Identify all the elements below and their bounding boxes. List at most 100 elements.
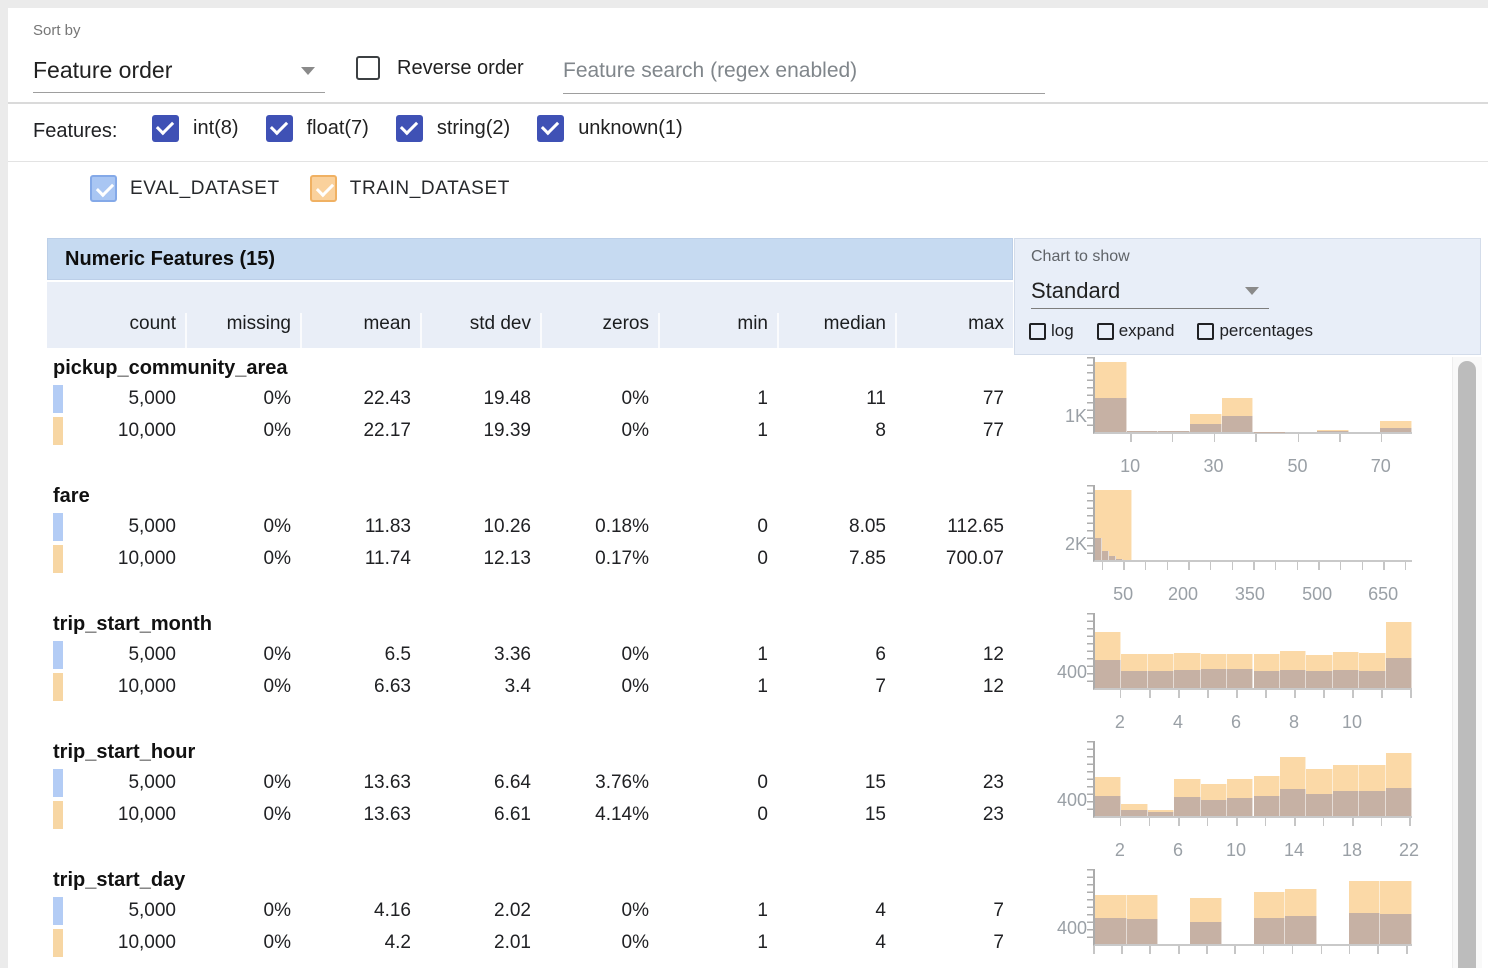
column-header: max <box>895 313 1013 348</box>
chevron-down-icon <box>1245 287 1259 295</box>
stat-value: 0% <box>185 895 300 927</box>
histogram-bar-overlap <box>1148 671 1174 688</box>
stat-value: 0 <box>658 543 777 575</box>
stat-value: 0% <box>185 927 300 959</box>
feature-histogram: 1K10305070 <box>1013 355 1452 483</box>
x-axis-tick-label: 10 <box>1342 712 1362 733</box>
x-axis-tick-label: 22 <box>1399 840 1419 861</box>
dataset-color-marker <box>53 641 63 669</box>
histogram-plot[interactable] <box>1093 357 1412 434</box>
histogram-bar-overlap <box>1254 671 1280 688</box>
histogram-bar-overlap <box>1174 797 1200 817</box>
x-axis-tick <box>1232 562 1234 570</box>
reverse-order-checkbox[interactable]: Reverse order <box>356 56 524 80</box>
stat-value: 3.4 <box>420 671 540 703</box>
stat-value: 1 <box>658 383 777 415</box>
histogram-bar-overlap <box>1333 670 1359 688</box>
stat-value: 0% <box>185 415 300 447</box>
x-axis-tick <box>1234 946 1236 954</box>
histogram-plot[interactable] <box>1093 741 1412 818</box>
chart-to-show-select[interactable]: Standard <box>1031 272 1269 309</box>
histogram-bar-overlap <box>1333 791 1359 816</box>
feature-search-input[interactable] <box>563 48 1045 94</box>
stat-value: 1 <box>658 671 777 703</box>
stat-value: 6.63 <box>300 671 420 703</box>
dataset-checkbox[interactable]: TRAIN_DATASET <box>310 175 510 202</box>
feature-type-checkbox[interactable]: float(7) <box>266 115 369 142</box>
chart-option-checkbox[interactable]: log <box>1029 321 1074 341</box>
x-axis-tick <box>1406 946 1408 954</box>
histogram-plot[interactable] <box>1093 485 1412 562</box>
y-axis-ticks <box>1087 485 1094 560</box>
feature-type-filter-row: int(8) float(7) string(2) unknown(1) <box>152 115 710 142</box>
histogram-plot[interactable] <box>1093 613 1412 690</box>
column-header: count <box>47 313 185 348</box>
stat-value: 3.36 <box>420 639 540 671</box>
feature-block: trip_start_month5,0000%6.53.360%161210,0… <box>47 611 1452 739</box>
x-axis-tick <box>1362 562 1364 570</box>
histogram-bar-overlap <box>1095 660 1121 688</box>
histogram-bar-overlap <box>1121 671 1147 688</box>
feature-type-checkbox[interactable]: int(8) <box>152 115 239 142</box>
stats-row: 5,0000%6.53.360%1612 <box>47 639 1013 671</box>
table-column-headers: countmissingmeanstd devzerosminmedianmax <box>47 282 1013 348</box>
stat-value: 10,000 <box>47 927 185 959</box>
x-axis-tick <box>1120 690 1122 698</box>
feature-type-checkbox[interactable]: string(2) <box>396 115 510 142</box>
facets-overview: Sort by Feature order Reverse order Feat… <box>0 0 1488 968</box>
scrollbar-thumb[interactable] <box>1458 361 1476 968</box>
chart-option-checkbox[interactable]: percentages <box>1197 321 1313 341</box>
stat-value: 12.13 <box>420 543 540 575</box>
checkbox-checked-icon <box>537 115 564 142</box>
stats-row: 10,0000%11.7412.130.17%07.85700.07 <box>47 543 1013 575</box>
y-axis-label: 400 <box>1013 662 1087 683</box>
dataset-checkbox[interactable]: EVAL_DATASET <box>90 175 280 202</box>
x-axis-tick-label: 10 <box>1226 840 1246 861</box>
stat-value: 5,000 <box>47 895 185 927</box>
dataset-legend: EVAL_DATASET TRAIN_DATASET <box>90 175 540 202</box>
reverse-order-label: Reverse order <box>397 57 524 80</box>
feature-type-checkbox[interactable]: unknown(1) <box>537 115 683 142</box>
stat-value: 112.65 <box>895 511 1013 543</box>
x-axis-tick <box>1145 562 1147 570</box>
dataset-color-marker <box>53 545 63 573</box>
histogram-bar-overlap <box>1317 431 1349 432</box>
chart-to-show-value: Standard <box>1031 272 1269 309</box>
stat-value: 10,000 <box>47 415 185 447</box>
stat-value: 77 <box>895 383 1013 415</box>
stat-value: 22.17 <box>300 415 420 447</box>
x-axis-tick <box>1265 818 1267 826</box>
dataset-label: TRAIN_DATASET <box>350 178 510 200</box>
feature-block: trip_start_hour5,0000%13.636.643.76%0152… <box>47 739 1452 867</box>
histogram-bar-overlap <box>1285 916 1317 944</box>
histogram-bar-overlap <box>1254 796 1280 816</box>
histogram-bar-overlap <box>1306 794 1332 817</box>
stat-value: 15 <box>777 799 895 831</box>
stat-value: 22.43 <box>300 383 420 415</box>
stat-value: 6.5 <box>300 639 420 671</box>
feature-histogram: 400 <box>1013 867 1452 968</box>
stat-value: 0% <box>185 671 300 703</box>
stat-value: 2.01 <box>420 927 540 959</box>
page-gutter-left <box>0 0 8 968</box>
histogram-bar-overlap <box>1095 538 1102 560</box>
stat-value: 0.18% <box>540 511 658 543</box>
x-axis-tick <box>1349 946 1351 954</box>
sort-by-select[interactable]: Feature order <box>33 48 325 93</box>
stat-value: 77 <box>895 415 1013 447</box>
histogram-bar-overlap <box>1227 798 1253 816</box>
histogram-bar-overlap <box>1174 670 1200 688</box>
chart-option-checkbox[interactable]: expand <box>1097 321 1175 341</box>
vertical-scrollbar[interactable] <box>1452 357 1482 968</box>
histogram-bar-overlap <box>1190 424 1222 432</box>
histogram-plot[interactable] <box>1093 869 1412 946</box>
stat-value: 6 <box>777 639 895 671</box>
stat-value: 12 <box>895 639 1013 671</box>
dataset-label: EVAL_DATASET <box>130 178 280 200</box>
feature-block: pickup_community_area5,0000%22.4319.480%… <box>47 355 1452 483</box>
histogram-bar-overlap <box>1386 788 1412 816</box>
histogram-bar-overlap <box>1148 812 1174 816</box>
checkbox-unchecked-icon <box>1097 323 1114 340</box>
stat-value: 3.76% <box>540 767 658 799</box>
histogram-bar-overlap <box>1222 416 1254 432</box>
